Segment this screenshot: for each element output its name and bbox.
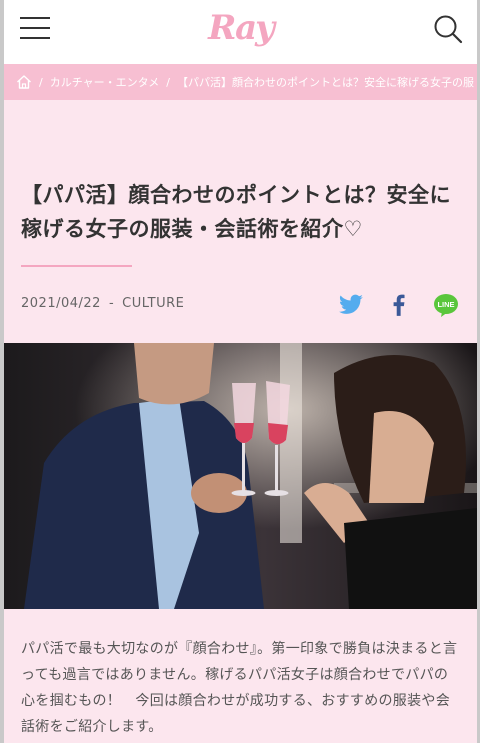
twitter-icon[interactable] [338, 292, 364, 318]
home-icon[interactable] [16, 74, 32, 90]
hero-image [4, 343, 477, 609]
facebook-icon[interactable] [386, 292, 412, 318]
meta-separator: - [108, 296, 115, 311]
breadcrumb-current: 【パパ活】顔合わせのポイントとは？安全に稼げる女子の服 [177, 76, 474, 89]
breadcrumb-category-link[interactable]: カルチャー・エンタメ [50, 74, 160, 90]
breadcrumb: / カルチャー・エンタメ / 【パパ活】顔合わせのポイントとは？安全に稼げる女子… [4, 64, 477, 100]
line-share-button[interactable]: LINE [433, 292, 459, 318]
article-title: 【パパ活】顔合わせのポイントとは？安全に稼げる女子の服装・会話術を紹介♡ [21, 183, 451, 241]
site-logo[interactable]: Ray [208, 8, 275, 48]
article-content: 【パパ活】顔合わせのポイントとは？安全に稼げる女子の服装・会話術を紹介♡ 202… [4, 100, 477, 743]
publish-date: 2021/04/22 [21, 296, 101, 311]
breadcrumb-separator: / [39, 75, 43, 89]
article-lead: パパ活で最も大切なのが『顔合わせ』。第一印象で勝負は決まると言っても過言ではあり… [21, 641, 458, 735]
category-link[interactable]: CULTURE [122, 296, 184, 311]
hamburger-icon[interactable] [20, 15, 50, 41]
article-meta: 2021/04/22- CULTURE [21, 296, 184, 311]
line-label: LINE [437, 300, 454, 309]
title-divider [21, 265, 132, 267]
site-header: Ray [4, 0, 477, 64]
breadcrumb-separator: / [166, 75, 170, 89]
search-icon[interactable] [433, 14, 463, 44]
